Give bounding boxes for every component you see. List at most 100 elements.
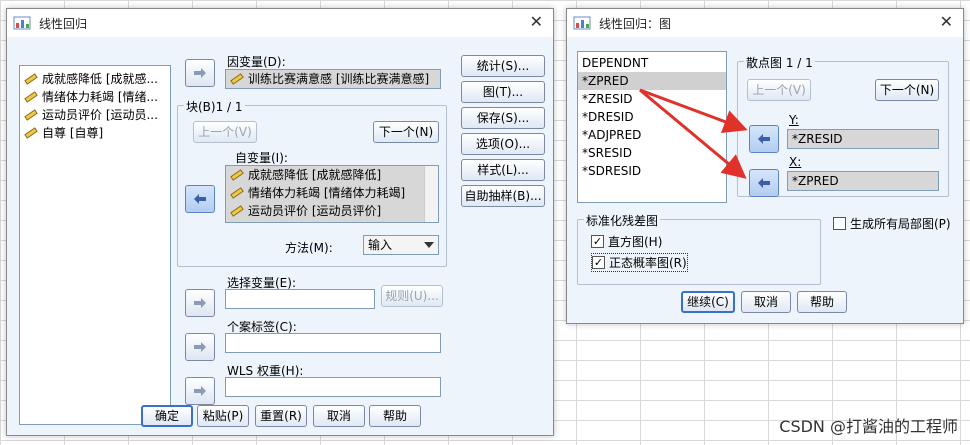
independent-label: 自变量(I):: [235, 151, 288, 165]
arrow-right-icon: [194, 342, 206, 352]
scrollbar[interactable]: [424, 166, 438, 222]
bootstrap-button[interactable]: 自助抽样(B)...: [461, 185, 545, 207]
next-scatter-button[interactable]: 下一个(N): [875, 79, 939, 101]
style-button[interactable]: 样式(L)...: [461, 159, 545, 181]
save-button[interactable]: 保存(S)...: [461, 107, 545, 129]
help-button[interactable]: 帮助: [369, 405, 421, 427]
method-label: 方法(M):: [285, 241, 333, 255]
normal-prob-label: 正态概率图(R): [609, 256, 687, 270]
list-item[interactable]: *DRESID: [578, 108, 726, 126]
list-item[interactable]: 运动员评价 [运动员评价]: [226, 202, 438, 220]
y-field[interactable]: *ZRESID: [787, 129, 939, 149]
app-icon: [573, 16, 591, 30]
independent-list[interactable]: 成就感降低 [成就感降低] 情绪体力耗竭 [情绪体力耗竭] 运动员评价 [运动员…: [225, 165, 439, 223]
scale-ruler-icon: [24, 91, 38, 103]
arrow-left-icon: [194, 194, 206, 204]
list-item[interactable]: 情绪体力耗竭 [情绪体力耗竭]: [226, 184, 438, 202]
dialog-body: 成就感降低 [成就感... 情绪体力耗竭 [情绪... 运动员评价 [运动员..…: [7, 37, 553, 435]
move-wls-button[interactable]: [185, 377, 215, 405]
scale-ruler-icon: [24, 127, 38, 139]
title-bar: 线性回归：图 ✕: [567, 9, 963, 37]
linear-regression-dialog: 线性回归 ✕ 成就感降低 [成就感... 情绪体力耗竭 [情绪... 运动员评价…: [6, 8, 554, 436]
list-item[interactable]: 情绪体力耗竭 [情绪...: [20, 88, 170, 106]
list-item[interactable]: *ADJPRED: [578, 126, 726, 144]
statistics-button[interactable]: 统计(S)...: [461, 55, 545, 77]
block-label: 块(B)1 / 1: [184, 98, 245, 115]
cancel-button[interactable]: 取消: [313, 405, 365, 427]
method-select[interactable]: 输入: [363, 235, 439, 255]
list-item[interactable]: *SRESID: [578, 144, 726, 162]
rule-button[interactable]: 规则(U)...: [381, 285, 443, 307]
arrow-right-icon: [194, 68, 206, 78]
list-item[interactable]: *SDRESID: [578, 162, 726, 180]
method-value: 输入: [368, 238, 393, 252]
scale-ruler-icon: [230, 205, 244, 217]
dependent-label: 因变量(D):: [227, 55, 286, 69]
reset-button[interactable]: 重置(R): [255, 405, 307, 427]
dialog-body: DEPENDNT *ZPRED *ZRESID *DRESID *ADJPRED…: [567, 37, 963, 323]
arrow-left-icon: [758, 178, 770, 188]
window-title: 线性回归：图: [599, 16, 672, 31]
list-item[interactable]: 成就感降低 [成就感...: [20, 70, 170, 88]
dependent-field[interactable]: 训练比赛满意感 [训练比赛满意感]: [225, 69, 441, 89]
prev-block-button[interactable]: 上一个(V): [193, 121, 257, 143]
move-independent-button[interactable]: [185, 185, 215, 213]
plots-button[interactable]: 图(T)...: [461, 81, 545, 103]
next-block-button[interactable]: 下一个(N): [373, 121, 439, 143]
checkbox-checked-icon: ✓: [592, 256, 605, 269]
std-residual-group: 标准化残差图: [577, 212, 821, 285]
list-item[interactable]: 运动员评价 [运动员...: [20, 106, 170, 124]
variable-label: 情绪体力耗竭 [情绪...: [42, 90, 158, 104]
list-item[interactable]: 自尊 [自尊]: [20, 124, 170, 142]
wls-field[interactable]: [225, 377, 441, 397]
watermark: CSDN @打酱油的工程师: [779, 417, 958, 436]
scale-ruler-icon: [230, 169, 244, 181]
cancel-button[interactable]: 取消: [741, 291, 791, 313]
list-item[interactable]: *ZPRED: [578, 72, 726, 90]
variable-list[interactable]: 成就感降低 [成就感... 情绪体力耗竭 [情绪... 运动员评价 [运动员..…: [19, 65, 171, 425]
move-y-button[interactable]: [749, 125, 779, 153]
std-residual-label: 标准化残差图: [584, 212, 661, 229]
variable-label: 运动员评价 [运动员...: [42, 108, 158, 122]
x-label: X:: [789, 155, 802, 169]
move-dependent-button[interactable]: [185, 59, 215, 87]
list-item[interactable]: 成就感降低 [成就感降低]: [226, 166, 438, 184]
x-field[interactable]: *ZPRED: [787, 171, 939, 191]
help-button[interactable]: 帮助: [797, 291, 847, 313]
scale-ruler-icon: [24, 73, 38, 85]
independent-value: 成就感降低 [成就感降低]: [248, 168, 382, 182]
close-icon[interactable]: ✕: [530, 12, 543, 31]
scale-ruler-icon: [230, 187, 244, 199]
title-bar: 线性回归 ✕: [7, 9, 553, 37]
close-icon[interactable]: ✕: [940, 12, 953, 31]
histogram-label: 直方图(H): [608, 235, 663, 249]
checkbox-unchecked-icon: [833, 217, 846, 230]
y-label: Y:: [789, 113, 799, 127]
plots-dialog: 线性回归：图 ✕ DEPENDNT *ZPRED *ZRESID *DRESID…: [566, 8, 964, 324]
variable-label: 自尊 [自尊]: [42, 126, 104, 140]
case-label-field[interactable]: [225, 333, 441, 353]
list-item[interactable]: DEPENDNT: [578, 54, 726, 72]
plot-source-list[interactable]: DEPENDNT *ZPRED *ZRESID *DRESID *ADJPRED…: [577, 51, 727, 203]
normal-prob-checkbox[interactable]: ✓ 正态概率图(R): [591, 253, 688, 272]
histogram-checkbox[interactable]: ✓ 直方图(H): [591, 233, 662, 250]
chevron-down-icon: [424, 242, 434, 248]
independent-value: 运动员评价 [运动员评价]: [248, 204, 382, 218]
move-selection-button[interactable]: [185, 289, 215, 317]
continue-button[interactable]: 继续(C): [681, 291, 735, 313]
prev-scatter-button[interactable]: 上一个(V): [747, 79, 811, 101]
selection-field[interactable]: [225, 289, 375, 309]
move-case-label-button[interactable]: [185, 333, 215, 361]
independent-value: 情绪体力耗竭 [情绪体力耗竭]: [248, 186, 406, 200]
move-x-button[interactable]: [749, 169, 779, 197]
ok-button[interactable]: 确定: [141, 405, 193, 427]
scale-ruler-icon: [230, 73, 244, 85]
paste-button[interactable]: 粘贴(P): [197, 405, 249, 427]
options-button[interactable]: 选项(O)...: [461, 133, 545, 155]
scatter-group-label: 散点图 1 / 1: [744, 54, 815, 71]
arrow-right-icon: [194, 386, 206, 396]
all-partial-checkbox[interactable]: 生成所有局部图(P): [833, 215, 951, 232]
list-item[interactable]: *ZRESID: [578, 90, 726, 108]
window-title: 线性回归: [39, 16, 88, 31]
arrow-right-icon: [194, 298, 206, 308]
